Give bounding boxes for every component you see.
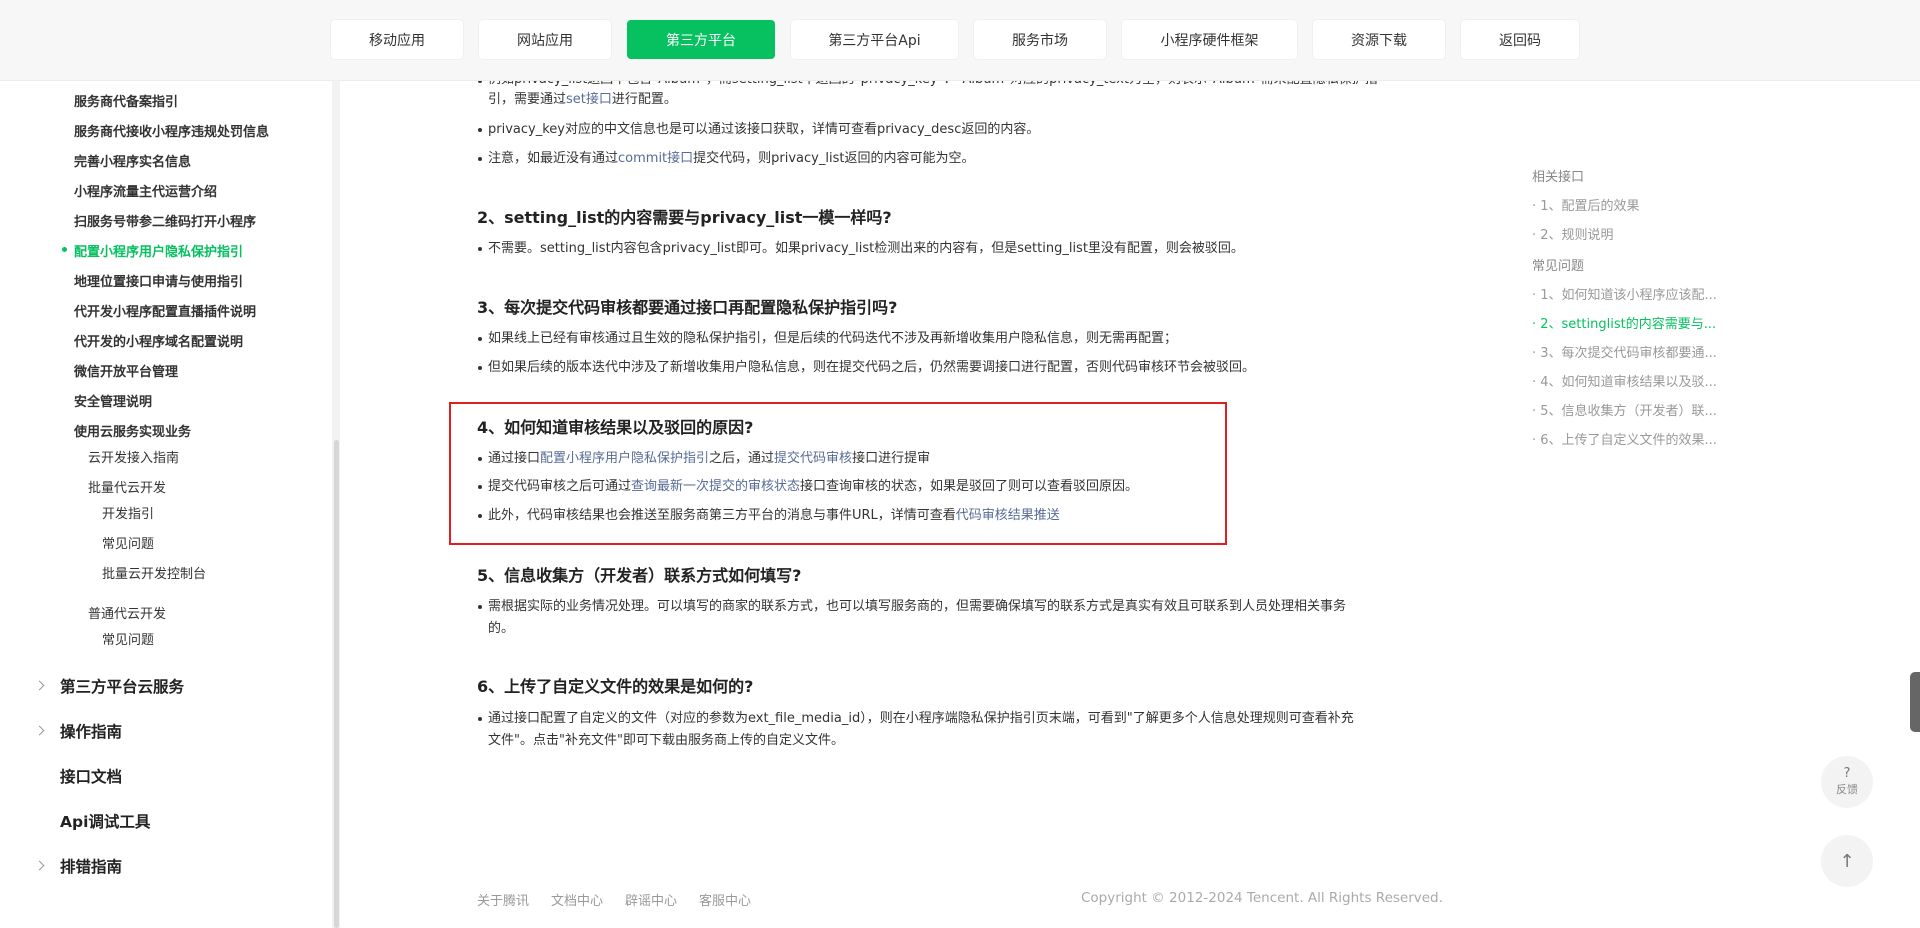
footer-link-support[interactable]: 客服中心	[699, 890, 751, 909]
paragraph-text: 文件"。点击"补充文件"即可下载由服务商上传的自定义文件。	[488, 733, 844, 748]
copyright: Copyright © 2012-2024 Tencent. All Right…	[1081, 890, 1443, 906]
back-to-top-button[interactable]: ↑	[1821, 835, 1873, 887]
paragraph-text: 但如果后续的版本迭代中涉及了新增收集用户隐私信息，则在提交代码之后，仍然需要调接…	[488, 360, 1256, 375]
toc-item[interactable]: · 2、规则说明	[1532, 224, 1614, 243]
paragraph-text: privacy_key对应的中文信息也是可以通过该接口获取，详情可查看priva…	[488, 122, 1040, 137]
paragraph-text: 提交代码，则privacy_list返回的内容可能为空。	[693, 151, 975, 166]
paragraph-text: 此外，代码审核结果也会推送至服务商第三方平台的消息与事件URL，详情可查看	[488, 508, 956, 523]
top-nav-bar: 移动应用 网站应用 第三方平台 第三方平台Api 服务市场 小程序硬件框架 资源…	[0, 0, 1920, 81]
sidebar-subitem[interactable]: 批量云开发控制台	[102, 563, 206, 582]
toc-group-related-api[interactable]: 相关接口	[1532, 166, 1584, 185]
paragraph-text: 之后，通过	[709, 451, 775, 466]
faq-heading-3: 3、每次提交代码审核都要通过接口再配置隐私保护指引吗?	[477, 298, 898, 317]
faq-heading-5: 5、信息收集方（开发者）联系方式如何填写?	[477, 566, 802, 585]
paragraph-text: 的。	[488, 621, 515, 636]
list-item: 需根据实际的业务情况处理。可以填写的商家的联系方式，也可以填写服务商的，但需要确…	[478, 596, 1443, 640]
submit-audit-link[interactable]: 提交代码审核	[774, 451, 852, 466]
faq-heading-4: 4、如何知道审核结果以及驳回的原因?	[477, 418, 754, 437]
footer-link-docs[interactable]: 文档中心	[551, 890, 603, 909]
top-nav: 移动应用 网站应用 第三方平台 第三方平台Api 服务市场 小程序硬件框架 资源…	[331, 20, 1579, 59]
list-item: 提交代码审核之后可通过查询最新一次提交的审核状态接口查询审核的状态，如果是驳回了…	[478, 476, 1443, 498]
active-dot-icon	[62, 247, 67, 252]
nav-service-market[interactable]: 服务市场	[974, 20, 1106, 59]
sidebar-item[interactable]: 服务商代接收小程序违规处罚信息	[74, 121, 269, 140]
sidebar-item[interactable]: 小程序流量主代运营介绍	[74, 181, 217, 200]
list-item: 不需要。setting_list内容包含privacy_list即可。如果pri…	[478, 238, 1443, 260]
nav-mobile-app[interactable]: 移动应用	[331, 20, 463, 59]
sidebar-section-api-docs[interactable]: 接口文档	[60, 765, 122, 787]
faq-heading-6: 6、上传了自定义文件的效果是如何的?	[477, 677, 754, 696]
list-item: 如果线上已经有审核通过且生效的隐私保护指引，但是后续的代码迭代不涉及再新增收集用…	[478, 328, 1443, 350]
list-item: 注意，如最近没有通过commit接口提交代码，则privacy_list返回的内…	[478, 148, 1443, 170]
sidebar-subitem[interactable]: 常见问题	[102, 629, 154, 648]
audit-result-push-link[interactable]: 代码审核结果推送	[956, 508, 1060, 523]
sidebar-section-cloud-service[interactable]: 第三方平台云服务	[60, 675, 184, 697]
sidebar	[0, 81, 332, 928]
nav-third-party-platform[interactable]: 第三方平台	[627, 20, 775, 59]
list-item: 但如果后续的版本迭代中涉及了新增收集用户隐私信息，则在提交代码之后，仍然需要调接…	[478, 357, 1443, 379]
paragraph-text: 进行配置。	[611, 92, 677, 107]
toc-item[interactable]: · 3、每次提交代码审核都要通...	[1532, 342, 1717, 361]
faq-heading-2: 2、setting_list的内容需要与privacy_list一模一样吗?	[477, 208, 892, 227]
edge-tab[interactable]	[1910, 672, 1920, 732]
list-item: 通过接口配置了自定义的文件（对应的参数为ext_file_media_id），则…	[478, 708, 1443, 752]
sidebar-item[interactable]: 安全管理说明	[74, 391, 152, 410]
sidebar-subitem[interactable]: 常见问题	[102, 533, 154, 552]
sidebar-section-troubleshoot[interactable]: 排错指南	[60, 855, 122, 877]
paragraph-text: 如果线上已经有审核通过且生效的隐私保护指引，但是后续的代码迭代不涉及再新增收集用…	[488, 331, 1178, 346]
toc-item-active[interactable]: · 2、settinglist的内容需要与...	[1532, 313, 1716, 332]
nav-hardware-framework[interactable]: 小程序硬件框架	[1122, 20, 1297, 59]
sidebar-section-api-debug[interactable]: Api调试工具	[60, 810, 150, 832]
nav-resource-download[interactable]: 资源下载	[1313, 20, 1445, 59]
paragraph-text: 接口查询审核的状态，如果是驳回了则可以查看驳回原因。	[800, 479, 1139, 494]
query-audit-status-link[interactable]: 查询最新一次提交的审核状态	[631, 479, 800, 494]
paragraph-text: 通过接口	[488, 451, 541, 466]
sidebar-item[interactable]: 完善小程序实名信息	[74, 151, 191, 170]
toc-item[interactable]: · 5、信息收集方（开发者）联...	[1532, 400, 1717, 419]
sidebar-subitem[interactable]: 批量代云开发	[88, 477, 166, 496]
sidebar-item[interactable]: 服务商代备案指引	[74, 91, 178, 110]
list-item: 通过接口配置小程序用户隐私保护指引之后，通过提交代码审核接口进行提审	[478, 448, 1443, 470]
paragraph-text: 注意，如最近没有通过	[488, 151, 619, 166]
sidebar-subitem[interactable]: 云开发接入指南	[88, 447, 179, 466]
paragraph-text: 需根据实际的业务情况处理。可以填写的商家的联系方式，也可以填写服务商的，但需要确…	[488, 599, 1347, 614]
paragraph-text: 提交代码审核之后可通过	[488, 479, 632, 494]
sidebar-item[interactable]: 微信开放平台管理	[74, 361, 178, 380]
nav-web-app[interactable]: 网站应用	[479, 20, 611, 59]
toc-item[interactable]: · 1、配置后的效果	[1532, 195, 1640, 214]
toc-group-faq[interactable]: 常见问题	[1532, 255, 1584, 274]
sidebar-item[interactable]: 扫服务号带参二维码打开小程序	[74, 211, 256, 230]
toc-item[interactable]: · 4、如何知道审核结果以及驳...	[1532, 371, 1717, 390]
feedback-button[interactable]: ? 反馈	[1821, 756, 1873, 808]
paragraph-text: 接口进行提审	[852, 451, 931, 466]
sidebar-item[interactable]: 代开发的小程序域名配置说明	[74, 331, 243, 350]
commit-api-link[interactable]: commit接口	[618, 151, 693, 166]
list-item: 此外，代码审核结果也会推送至服务商第三方平台的消息与事件URL，详情可查看代码审…	[478, 505, 1443, 527]
sidebar-scrollbar-thumb[interactable]	[334, 440, 339, 928]
question-icon: ?	[1843, 766, 1851, 781]
feedback-label: 反馈	[1836, 783, 1858, 796]
toc-item[interactable]: · 6、上传了自定义文件的效果...	[1532, 429, 1717, 448]
paragraph-text: 通过接口配置了自定义的文件（对应的参数为ext_file_media_id），则…	[488, 711, 1354, 726]
sidebar-subitem[interactable]: 开发指引	[102, 503, 154, 522]
sidebar-item[interactable]: 地理位置接口申请与使用指引	[74, 271, 243, 290]
footer-link-about[interactable]: 关于腾讯	[477, 890, 529, 909]
sidebar-subitem[interactable]: 普通代云开发	[88, 603, 166, 622]
set-api-link[interactable]: set接口	[566, 92, 612, 107]
arrow-up-icon: ↑	[1839, 850, 1855, 872]
sidebar-section-operation-guide[interactable]: 操作指南	[60, 720, 122, 742]
footer-link-rumor[interactable]: 辟谣中心	[625, 890, 677, 909]
paragraph-text: 不需要。setting_list内容包含privacy_list即可。如果pri…	[488, 241, 1244, 256]
config-privacy-link[interactable]: 配置小程序用户隐私保护指引	[540, 451, 709, 466]
sidebar-item[interactable]: 代开发小程序配置直播插件说明	[74, 301, 256, 320]
nav-return-code[interactable]: 返回码	[1461, 20, 1579, 59]
sidebar-item[interactable]: 使用云服务实现业务	[74, 421, 191, 440]
sidebar-item-active[interactable]: 配置小程序用户隐私保护指引	[74, 241, 243, 260]
list-item: privacy_key对应的中文信息也是可以通过该接口获取，详情可查看priva…	[478, 119, 1443, 141]
nav-third-party-api[interactable]: 第三方平台Api	[791, 20, 958, 59]
toc-item[interactable]: · 1、如何知道该小程序应该配...	[1532, 284, 1717, 303]
paragraph-text: 引，需要通过	[488, 92, 567, 107]
